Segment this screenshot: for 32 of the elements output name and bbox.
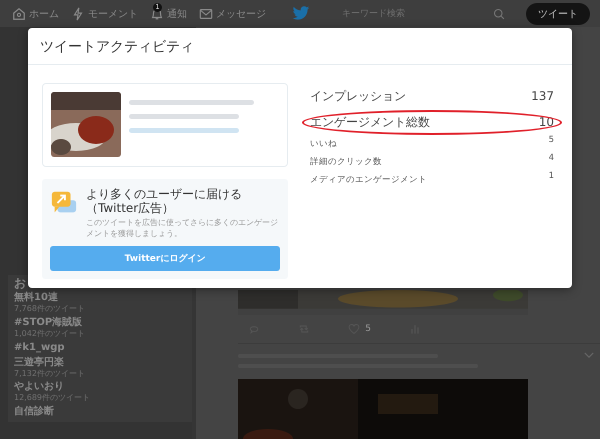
trends-heading: お <box>14 276 27 290</box>
metric-value: 4 <box>548 153 554 163</box>
login-button[interactable]: Twitterにログイン <box>50 246 280 272</box>
chevron-down-icon[interactable] <box>584 352 594 359</box>
trend-name[interactable]: 自信診断 <box>14 406 186 418</box>
metric-label: いいね <box>310 138 337 150</box>
tweet-button[interactable]: ツイート <box>526 2 590 24</box>
promo-title: より多くのユーザーに届ける（Twitter広告） <box>86 187 243 216</box>
like-count: 5 <box>365 324 371 334</box>
dialog-title: ツイートアクティビティ <box>28 28 572 65</box>
metric-label: エンゲージメント総数 <box>310 114 430 130</box>
nav-item[interactable]: ホーム <box>12 1 59 26</box>
promo-description: このツイートを広告に使ってさらに多くのエンゲージメントを獲得しましょう。 <box>86 218 279 240</box>
trend-name[interactable]: #STOP海賊版 <box>14 316 186 329</box>
nav-item[interactable]: メッセージ <box>199 1 266 26</box>
trend-name[interactable]: #k1_wgp <box>14 342 186 354</box>
search-icon[interactable] <box>493 8 505 20</box>
trend-name[interactable]: 無料10連 <box>14 292 186 304</box>
metric-value: 5 <box>548 135 554 145</box>
metric-value: 137 <box>531 89 554 103</box>
trend-name[interactable]: やよいおり <box>14 381 186 394</box>
metric-value: 1 <box>548 171 554 181</box>
bird-logo-icon[interactable] <box>292 6 310 21</box>
mail-icon <box>199 6 213 20</box>
metric-value: 10 <box>538 115 554 129</box>
metric-label: インプレッション <box>310 88 406 104</box>
bolt-icon <box>71 6 85 20</box>
home-icon <box>12 6 26 20</box>
metric-label: メディアのエンゲージメント <box>310 174 427 186</box>
trend-name[interactable]: 三遊亭円楽 <box>14 356 186 369</box>
metric-label: 詳細のクリック数 <box>310 156 382 168</box>
nav-item[interactable]: モーメント <box>71 1 138 26</box>
